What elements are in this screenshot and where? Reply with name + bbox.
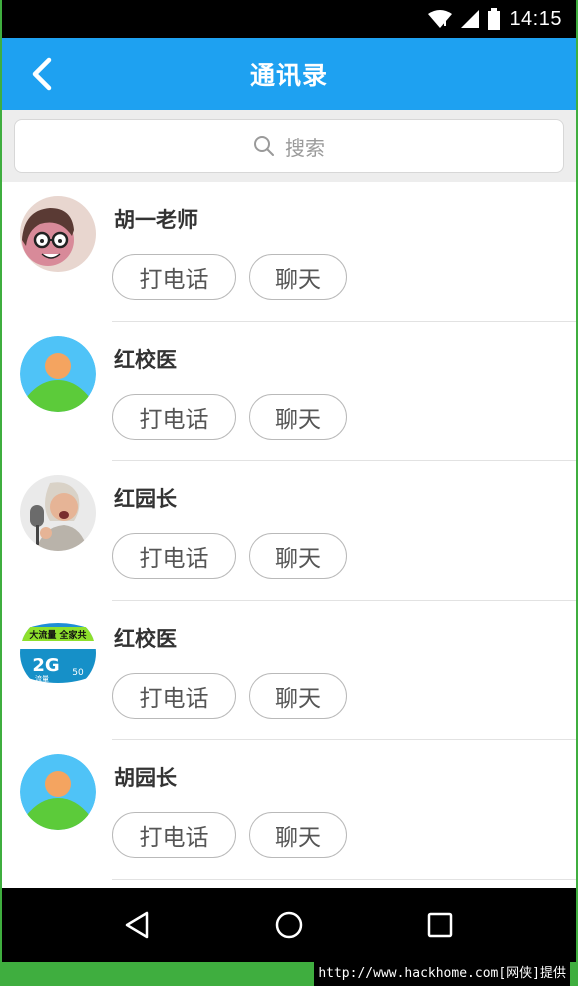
clock: 14:15 (509, 7, 562, 30)
list-item: 胡园长 打电话 聊天 (2, 740, 576, 880)
contact-name: 胡园长 (114, 766, 177, 790)
call-button[interactable]: 打电话 (112, 533, 236, 579)
chat-button[interactable]: 聊天 (249, 672, 347, 719)
watermark-text: http://www.hackhome.com[网侠]提供 (314, 962, 570, 986)
cartoon-face-avatar-icon (20, 196, 96, 272)
contact-name: 胡一老师 (114, 208, 198, 232)
promo-text-line2: 2G (32, 655, 59, 676)
list-item: 大流量 全家共 2G 流量 50 红校医 打电话 聊天 (2, 601, 576, 740)
contact-name: 红校医 (114, 626, 177, 651)
status-bar: 14:15 (2, 0, 576, 38)
contact-name: 红园长 (114, 487, 177, 511)
contact-name: 红校医 (114, 347, 177, 372)
contact-list: 胡一老师 打电话 聊天 红校医 打电话 聊天 红园长 打电话 聊天 大流量 全家… (2, 182, 576, 880)
list-item: 红园长 打电话 聊天 (2, 461, 576, 601)
back-button[interactable] (24, 56, 60, 92)
phone-screen: 14:15 通讯录 搜索 胡一老师 打电话 聊天 红校医 打电话 聊天 红园长 … (0, 0, 578, 962)
contact-avatar[interactable]: 大流量 全家共 2G 流量 50 (20, 614, 96, 691)
search-input[interactable]: 搜索 (14, 119, 564, 173)
triangle-back-icon (125, 911, 148, 939)
call-button[interactable]: 打电话 (112, 393, 236, 440)
header-bar: 通讯录 (2, 38, 576, 110)
divider (112, 878, 576, 880)
promo-text-line1: 大流量 全家共 (29, 629, 86, 641)
nav-home-button[interactable] (261, 897, 317, 953)
chat-button[interactable]: 聊天 (249, 393, 347, 440)
contact-avatar[interactable] (20, 335, 96, 412)
promo-text-line4: 50 (72, 668, 84, 678)
contact-avatar[interactable] (20, 196, 96, 272)
search-icon (254, 136, 274, 156)
contact-avatar[interactable] (20, 754, 96, 830)
promo-banner-avatar-icon: 大流量 全家共 2G 流量 50 (20, 614, 96, 691)
singer-photo-avatar-icon (20, 475, 96, 551)
promo-text-line3: 流量 (35, 674, 49, 683)
call-button[interactable]: 打电话 (112, 254, 236, 300)
chat-button[interactable]: 聊天 (249, 254, 347, 300)
wifi-icon (428, 10, 453, 28)
list-item: 胡一老师 打电话 聊天 (2, 182, 576, 322)
square-recents-icon (428, 912, 453, 938)
default-person-avatar-icon (20, 335, 96, 412)
call-button[interactable]: 打电话 (112, 672, 236, 719)
circle-home-icon (275, 911, 303, 939)
chevron-left-icon (32, 57, 52, 91)
default-person-avatar-icon (20, 754, 96, 830)
search-container: 搜索 (2, 110, 576, 182)
battery-icon (488, 8, 501, 30)
search-placeholder: 搜索 (285, 135, 325, 160)
chat-button[interactable]: 聊天 (249, 533, 347, 579)
call-button[interactable]: 打电话 (112, 812, 236, 858)
system-nav-bar (2, 888, 576, 962)
cell-signal-icon (461, 10, 480, 28)
nav-back-button[interactable] (110, 897, 166, 953)
contact-avatar[interactable] (20, 475, 96, 551)
page-title: 通讯录 (249, 61, 328, 90)
chat-button[interactable]: 聊天 (249, 812, 347, 858)
nav-recents-button[interactable] (412, 897, 468, 953)
list-item: 红校医 打电话 聊天 (2, 322, 576, 461)
